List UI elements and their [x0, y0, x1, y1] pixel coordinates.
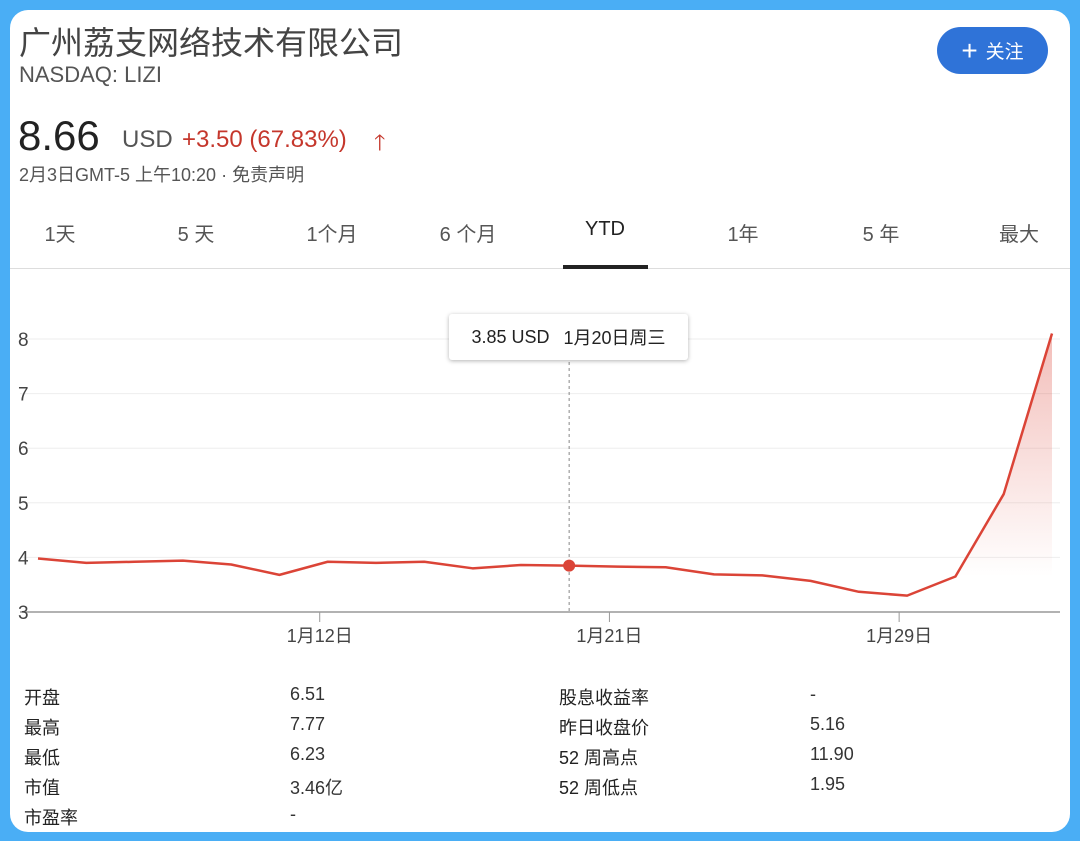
area-fill — [955, 333, 1052, 577]
y-tick-label: 7 — [18, 385, 29, 406]
x-tick-label: 1月29日 — [866, 626, 932, 646]
stat-value: 6.23 — [290, 744, 326, 764]
price-line — [37, 333, 1054, 597]
y-tick-label: 6 — [18, 439, 29, 460]
y-tick-label: 3 — [18, 603, 29, 624]
stat-value: 7.77 — [290, 714, 326, 734]
stat-value: 6.51 — [290, 684, 326, 704]
stat-value: 5.16 — [810, 714, 846, 734]
stat-label: 股息收益率 — [559, 688, 649, 708]
stock-card: 广州荔支网络技术有限公司 NASDAQ: LIZI 8.66 USD +3.50… — [10, 10, 1070, 832]
stat-label: 52 周高点 — [559, 748, 639, 768]
stat-value: - — [290, 804, 296, 824]
stat-label: 昨日收盘价 — [559, 718, 649, 738]
stat-label: 开盘 — [24, 688, 60, 708]
chart-tooltip: 3.85 USD 1月20日周三 — [449, 314, 688, 360]
x-tick-label: 1月21日 — [576, 626, 642, 646]
x-tick-label: 1月12日 — [287, 626, 353, 646]
stat-label: 最低 — [24, 748, 60, 768]
stat-value: 1.95 — [810, 774, 846, 794]
stat-label: 市值 — [24, 778, 60, 798]
stat-value: 11.90 — [810, 744, 854, 764]
stat-label: 最高 — [24, 718, 60, 738]
stat-label: 52 周低点 — [559, 778, 639, 798]
stat-value: - — [810, 684, 816, 704]
y-tick-label: 5 — [18, 494, 29, 515]
tooltip-price: 3.85 USD — [471, 326, 550, 347]
tooltip-date: 1月20日周三 — [563, 328, 666, 348]
y-tick-label: 4 — [18, 548, 29, 569]
data-point — [563, 559, 576, 572]
stat-value: 3.46亿 — [290, 778, 344, 798]
y-tick-label: 8 — [18, 330, 29, 351]
price-chart[interactable]: 3 4 5 6 7 8 1月12日 1月21日 1月29日 — [10, 10, 1070, 832]
stat-label: 市盈率 — [24, 808, 78, 828]
